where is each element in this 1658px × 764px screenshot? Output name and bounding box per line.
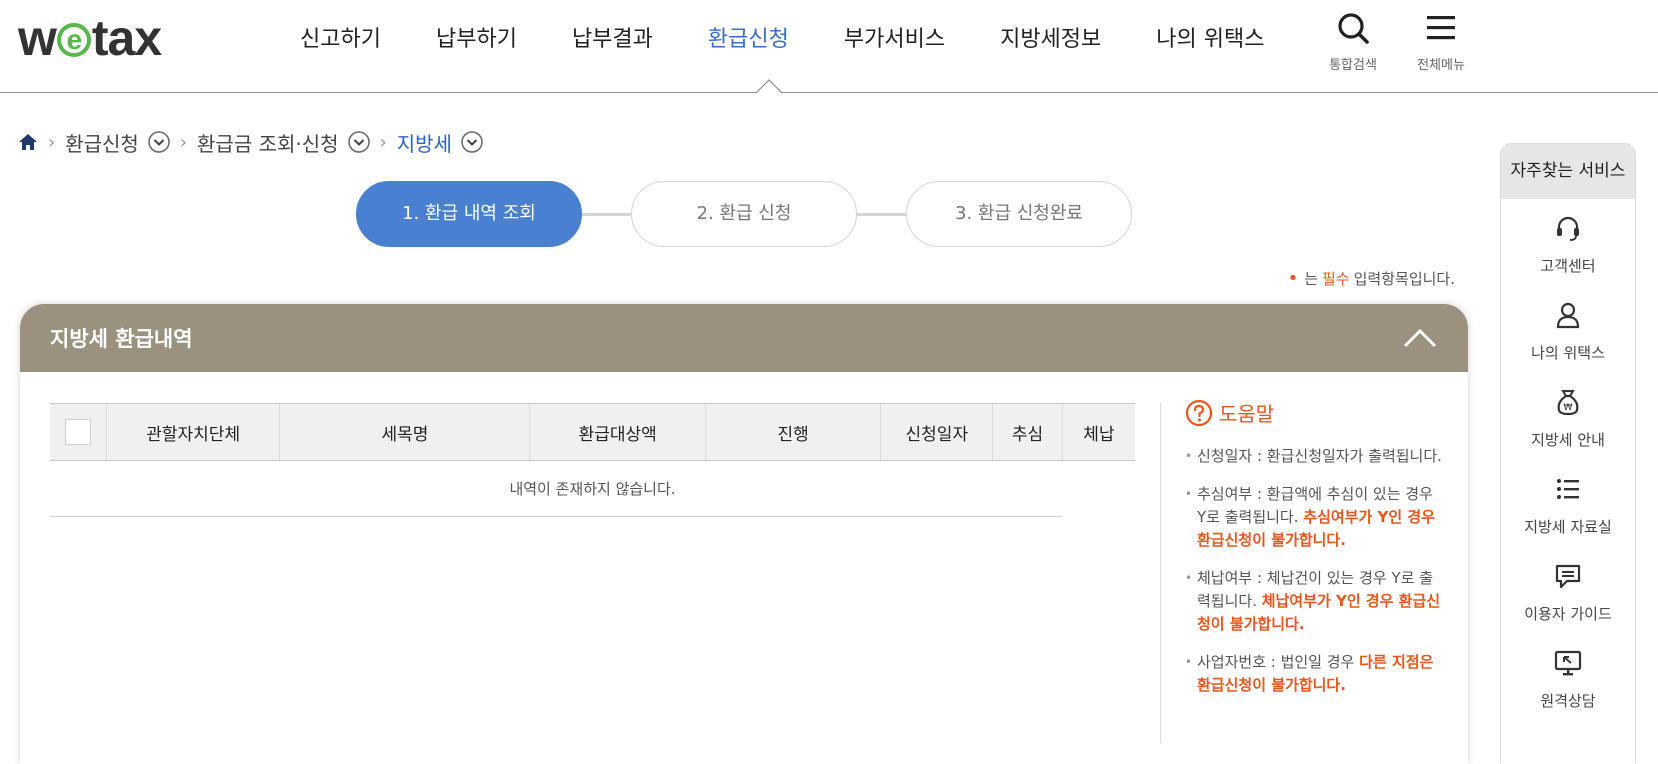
breadcrumb-label: 환급금 조회·신청 [197,131,339,156]
breadcrumb-label: 환급신청 [65,131,139,156]
quick-customer-center[interactable]: 고객센터 [1501,199,1635,286]
refund-history-panel: 지방세 환급내역 관할자치단체 세목명 환급대상액 진행 신청일자 추심 체납 [20,304,1468,764]
logo-text-tax: tax [91,10,162,66]
nav-payment-result[interactable]: 납부결과 [572,0,653,80]
column-header: 진행 [705,403,882,461]
help-item: 사업자번호 : 법인일 경우 다른 지점은 환급신청이 불가합니다. [1185,651,1445,697]
chevron-right-icon: › [379,131,387,153]
table-bottom-border [50,516,1062,517]
quick-user-guide[interactable]: 이용자 가이드 [1501,547,1635,634]
step-indicator: 1. 환급 내역 조회 2. 환급 신청 3. 환급 신청완료 [356,181,1132,247]
column-header: 세목명 [279,403,531,461]
panel-title: 지방세 환급내역 [50,327,193,351]
step-connector [580,213,632,216]
help-item-text: 사업자번호 : 법인일 경우 [1197,653,1360,671]
person-icon [1556,302,1580,329]
quick-my-wetax[interactable]: 나의 위택스 [1501,286,1635,373]
select-all-header [50,403,107,461]
active-nav-caret-icon [756,79,782,94]
quick-remote-support[interactable]: 원격상담 [1501,634,1635,721]
all-menu-label: 전체메뉴 [1417,58,1465,73]
chevron-down-circle-icon[interactable] [148,131,170,153]
step-1-refund-inquiry[interactable]: 1. 환급 내역 조회 [356,181,582,247]
nav-refund[interactable]: 환급신청 [708,0,789,80]
step-2-refund-request[interactable]: 2. 환급 신청 [631,181,857,247]
list-icon [1557,479,1579,499]
chevron-down-circle-icon[interactable] [461,131,483,153]
column-header: 환급대상액 [529,403,706,461]
quick-item-label: 이용자 가이드 [1524,605,1612,623]
required-note-prefix: 는 [1304,270,1319,288]
monitor-icon [1554,650,1582,676]
breadcrumb-label: 지방세 [396,131,452,156]
required-field-note: • 는 필수 입력항목입니다. [1288,268,1455,289]
column-header: 추심 [992,403,1063,461]
step-3-refund-complete[interactable]: 3. 환급 신청완료 [906,181,1132,247]
headset-icon [1557,216,1579,241]
chevron-right-icon: › [48,131,56,153]
breadcrumb-refund-inquiry[interactable]: 환급금 조회·신청 [197,128,370,157]
required-dot-icon: • [1287,268,1299,289]
search-icon [1338,13,1369,44]
breadcrumb-local-tax[interactable]: 지방세 [397,128,483,157]
nav-extra-services[interactable]: 부가서비스 [844,0,945,80]
column-header: 체납 [1062,403,1135,461]
panel-header: 지방세 환급내역 [20,304,1468,372]
logo-text-e: e [56,23,91,57]
help-item: 신청일자 : 환급신청일자가 출력됩니다. [1185,445,1445,468]
help-item: 추심여부 : 환급액에 추심이 있는 경우 Y로 출력됩니다. 추심여부가 Y인… [1185,483,1445,552]
chevron-right-icon: › [179,131,188,153]
refund-history-table: 관할자치단체 세목명 환급대상액 진행 신청일자 추심 체납 내역이 존재하지 … [50,403,1135,517]
quick-item-label: 고객센터 [1540,257,1596,275]
chevron-down-circle-icon[interactable] [347,131,370,153]
main-navigation: 신고하기 납부하기 납부결과 환급신청 부가서비스 지방세정보 나의 위택스 [300,0,1319,80]
wetax-logo[interactable]: w e tax [18,10,162,66]
nav-local-tax-info[interactable]: 지방세정보 [1000,0,1101,80]
quick-item-label: 지방세 안내 [1531,431,1605,449]
money-bag-icon: ₩ [1557,390,1579,416]
select-all-checkbox[interactable] [64,419,91,445]
table-header-row: 관할자치단체 세목명 환급대상액 진행 신청일자 추심 체납 [50,403,1135,461]
breadcrumb: › 환급신청 › 환급금 조회·신청 › 지방세 [18,126,483,158]
quick-local-tax-guide[interactable]: ₩ 지방세 안내 [1501,373,1635,460]
help-item: 체납여부 : 체납건이 있는 경우 Y로 출력됩니다. 체납여부가 Y인 경우 … [1185,567,1445,636]
all-menu-button[interactable]: 전체메뉴 [1406,12,1476,73]
column-header: 관할자치단체 [106,403,281,461]
required-note-keyword: 필수 [1322,270,1350,288]
quick-menu-title: 자주찾는 서비스 [1501,144,1635,199]
column-header: 신청일자 [880,403,994,461]
svg-text:₩: ₩ [1564,403,1573,413]
home-icon[interactable] [18,132,38,152]
site-header: w e tax 신고하기 납부하기 납부결과 환급신청 부가서비스 지방세정보 나의… [0,0,1658,94]
search-label: 통합검색 [1329,58,1377,73]
breadcrumb-refund[interactable]: 환급신청 [65,128,170,157]
required-note-text: 입력항목입니다. [1353,270,1455,288]
quick-menu: 자주찾는 서비스 고객센터 나의 위택스 ₩ 지방세 안내 지방세 자료실 이용… [1500,143,1636,763]
collapse-chevron-up-icon[interactable] [1402,326,1438,350]
help-divider [1160,403,1161,743]
step-connector [856,213,908,216]
quick-item-label: 나의 위택스 [1531,344,1605,362]
quick-item-label: 지방세 자료실 [1524,518,1612,536]
help-item-text: 신청일자 : 환급신청일자가 출력됩니다. [1197,447,1442,465]
chat-icon [1555,564,1581,589]
help-header: 도움말 [1185,398,1445,427]
search-button[interactable]: 통합검색 [1318,12,1388,73]
quick-item-label: 원격상담 [1540,692,1596,710]
question-circle-icon [1185,399,1213,426]
nav-my-wetax[interactable]: 나의 위택스 [1156,0,1264,80]
logo-text-w: w [18,10,57,66]
table-row: 내역이 존재하지 않습니다. [50,461,1135,517]
help-section: 도움말 신청일자 : 환급신청일자가 출력됩니다. 추심여부 : 환급액에 추심… [1185,398,1445,712]
nav-report[interactable]: 신고하기 [300,0,381,80]
empty-table-message: 내역이 존재하지 않습니다. [509,480,676,499]
help-title: 도움말 [1219,402,1275,426]
hamburger-menu-icon [1427,16,1455,40]
nav-pay[interactable]: 납부하기 [436,0,517,80]
quick-local-tax-library[interactable]: 지방세 자료실 [1501,460,1635,547]
